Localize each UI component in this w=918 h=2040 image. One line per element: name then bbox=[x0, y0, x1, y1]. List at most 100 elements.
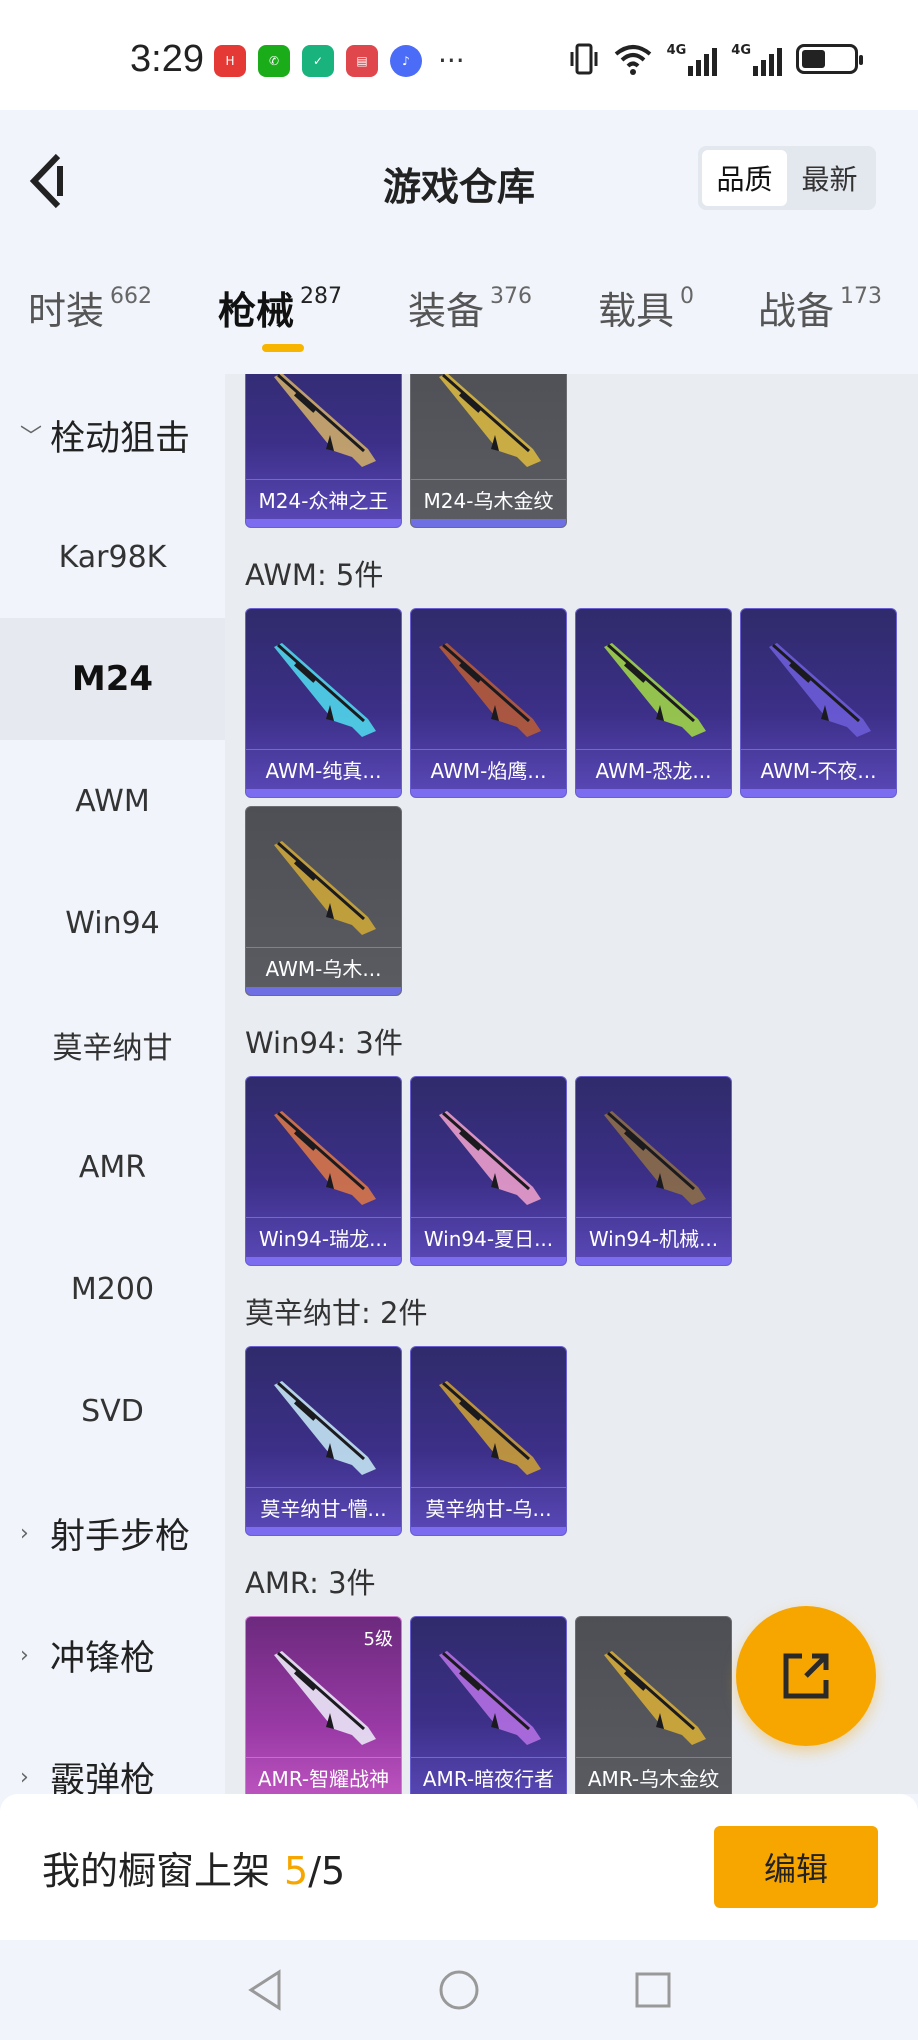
sidebar-item-amr[interactable]: AMR bbox=[0, 1106, 225, 1228]
tab-supplies[interactable]: 战备 173 bbox=[758, 280, 882, 335]
skin-card[interactable]: AWM-乌木... bbox=[245, 806, 402, 996]
sidebar-item-label: 栓动狙击 bbox=[50, 418, 191, 459]
skin-card[interactable]: Win94-机械... bbox=[575, 1076, 732, 1266]
section-header: 莫辛纳甘: 2件 bbox=[245, 1296, 428, 1330]
rarity-bar bbox=[246, 789, 401, 797]
skin-card[interactable]: AMR-暗夜行者 bbox=[410, 1616, 567, 1794]
rifle-icon bbox=[274, 1111, 376, 1205]
more-notifications: ··· bbox=[438, 44, 465, 77]
tab-vehicles[interactable]: 载具 0 bbox=[598, 280, 694, 335]
sidebar-item-svd[interactable]: SVD bbox=[0, 1350, 225, 1472]
skin-card[interactable]: M24-乌木金纹 bbox=[410, 374, 567, 528]
skin-card[interactable]: AWM-焰鹰... bbox=[410, 608, 567, 798]
home-nav-icon bbox=[439, 1970, 479, 2010]
showcase-total: 5 bbox=[321, 1849, 346, 1893]
rarity-bar bbox=[246, 1257, 401, 1265]
skin-card[interactable]: AMR-乌木金纹 bbox=[575, 1616, 732, 1794]
weapon-skin-list[interactable]: M24-众神之王 M24-乌木金纹 AWM: 5件 AWM-纯真... AWM-焰鹰..… bbox=[225, 374, 918, 1794]
skin-card[interactable]: 莫辛纳甘-懵... bbox=[245, 1346, 402, 1536]
section-header: AWM: 5件 bbox=[245, 558, 384, 592]
tab-equipment[interactable]: 装备 376 bbox=[408, 280, 532, 335]
weapon-sidebar: ﹀ 栓动狙击 Kar98K M24 AWM Win94 莫辛纳甘 AMR M20… bbox=[0, 374, 225, 1794]
network-type-1: 4G bbox=[666, 43, 687, 58]
status-app-icons: H ✆ ✓ ▤ ♪ ··· bbox=[214, 45, 465, 77]
sidebar-group-shotgun[interactable]: › 霰弹枪 bbox=[0, 1716, 225, 1795]
rarity-bar bbox=[741, 789, 896, 797]
skin-grid: 莫辛纳甘-懵... 莫辛纳甘-乌... bbox=[245, 1346, 905, 1536]
rarity-bar bbox=[411, 1527, 566, 1535]
sidebar-item-label: 射手步枪 bbox=[50, 1516, 191, 1557]
tab-count: 662 bbox=[110, 284, 153, 309]
rifle-icon bbox=[604, 1651, 706, 1745]
skin-card[interactable]: Win94-夏日... bbox=[410, 1076, 567, 1266]
sort-quality-button[interactable]: 品质 bbox=[702, 150, 787, 206]
tab-firearms[interactable]: 枪械 287 bbox=[218, 280, 342, 335]
skin-card[interactable]: 莫辛纳甘-乌... bbox=[410, 1346, 567, 1536]
wifi-icon bbox=[614, 45, 651, 75]
sidebar-group-smg[interactable]: › 冲锋枪 bbox=[0, 1594, 225, 1716]
rarity-bar bbox=[576, 789, 731, 797]
rarity-bar bbox=[411, 789, 566, 797]
skin-card[interactable]: M24-众神之王 bbox=[245, 374, 402, 528]
sort-newest-button[interactable]: 最新 bbox=[787, 150, 872, 206]
network-type-2: 4G bbox=[731, 43, 751, 58]
tab-label: 战备 bbox=[758, 289, 835, 333]
skin-name: M24-众神之王 bbox=[246, 479, 401, 519]
sidebar-item-m24[interactable]: M24 bbox=[0, 618, 225, 740]
edit-button[interactable]: 编辑 bbox=[714, 1826, 878, 1908]
tab-count: 376 bbox=[490, 284, 533, 309]
skin-level-badge: 5级 bbox=[363, 1629, 393, 1650]
recents-nav-icon bbox=[635, 1972, 671, 2008]
music-icon: ♪ bbox=[390, 45, 422, 77]
rifle-icon bbox=[439, 1381, 541, 1475]
system-nav-bar bbox=[0, 1940, 918, 2040]
nav-back-button[interactable] bbox=[243, 1968, 287, 2012]
signal-2-icon: 4G bbox=[731, 42, 782, 76]
chevron-right-icon: › bbox=[20, 1764, 29, 1790]
rifle-icon bbox=[274, 374, 376, 467]
rarity-bar bbox=[246, 1527, 401, 1535]
header: 游戏仓库 品质 最新 bbox=[0, 110, 918, 250]
status-bar: 3:29 H ✆ ✓ ▤ ♪ ··· 4G 4G bbox=[0, 0, 918, 110]
sidebar-item-mosin[interactable]: 莫辛纳甘 bbox=[0, 984, 225, 1106]
skin-name: Win94-机械... bbox=[576, 1217, 731, 1257]
signal-1-icon: 4G bbox=[667, 42, 718, 76]
rifle-icon bbox=[274, 841, 376, 935]
tab-label: 枪械 bbox=[218, 289, 295, 333]
skin-card[interactable]: Win94-瑞龙... bbox=[245, 1076, 402, 1266]
skin-card[interactable]: 5级 AMR-智耀战神 bbox=[245, 1616, 402, 1794]
share-button[interactable] bbox=[736, 1606, 876, 1746]
sidebar-group-dmr[interactable]: › 射手步枪 bbox=[0, 1472, 225, 1594]
sidebar-item-label: 冲锋枪 bbox=[50, 1638, 156, 1679]
skin-name: AWM-不夜... bbox=[741, 749, 896, 789]
skin-name: AMR-暗夜行者 bbox=[411, 1757, 566, 1794]
sort-toggle: 品质 最新 bbox=[698, 146, 876, 210]
sidebar-item-m200[interactable]: M200 bbox=[0, 1228, 225, 1350]
rifle-icon bbox=[769, 643, 871, 737]
skin-name: Win94-夏日... bbox=[411, 1217, 566, 1257]
tab-label: 载具 bbox=[598, 289, 675, 333]
chevron-down-icon: ﹀ bbox=[20, 425, 43, 450]
tab-count: 0 bbox=[680, 284, 695, 309]
share-icon bbox=[783, 1653, 829, 1699]
nav-recents-button[interactable] bbox=[631, 1968, 675, 2012]
showcase-label: 我的橱窗上架 bbox=[42, 1849, 271, 1893]
skin-name: 莫辛纳甘-懵... bbox=[246, 1487, 401, 1527]
sidebar-item-kar98k[interactable]: Kar98K bbox=[0, 496, 225, 618]
showcase-status: 我的橱窗上架 5 / 5 bbox=[42, 1840, 345, 1895]
status-indicators: 4G 4G bbox=[569, 42, 863, 76]
skin-card[interactable]: AWM-纯真... bbox=[245, 608, 402, 798]
skin-card[interactable]: AWM-恐龙... bbox=[575, 608, 732, 798]
nav-home-button[interactable] bbox=[437, 1968, 481, 2012]
skin-grid: AWM-纯真... AWM-焰鹰... AWM-恐龙... AWM-不夜... AWM-… bbox=[245, 608, 905, 996]
sidebar-item-awm[interactable]: AWM bbox=[0, 740, 225, 862]
sidebar-item-win94[interactable]: Win94 bbox=[0, 862, 225, 984]
rifle-icon bbox=[439, 1111, 541, 1205]
tab-count: 173 bbox=[840, 284, 883, 309]
skin-name: 莫辛纳甘-乌... bbox=[411, 1487, 566, 1527]
rarity-bar bbox=[576, 1257, 731, 1265]
sidebar-group-bolt-action[interactable]: ﹀ 栓动狙击 bbox=[0, 374, 225, 496]
skin-grid: M24-众神之王 M24-乌木金纹 bbox=[245, 374, 905, 528]
tab-fashion[interactable]: 时装 662 bbox=[28, 280, 152, 335]
skin-card[interactable]: AWM-不夜... bbox=[740, 608, 897, 798]
